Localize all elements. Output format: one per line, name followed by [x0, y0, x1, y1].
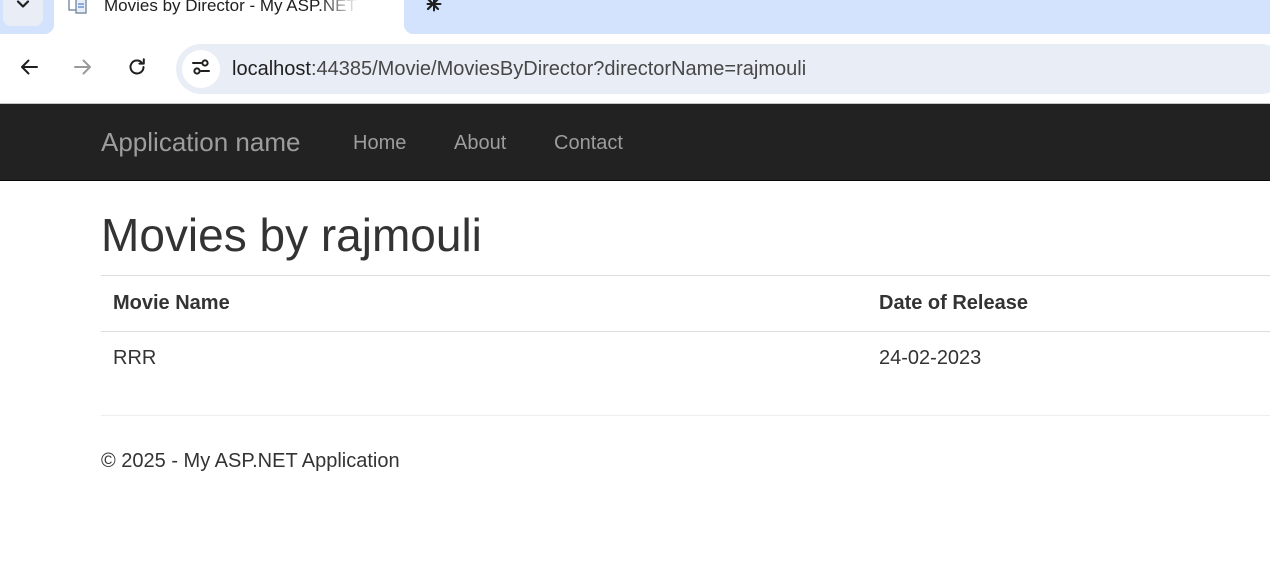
back-arrow-icon [19, 57, 39, 82]
table-header-row: Movie Name Date of Release [101, 275, 1270, 332]
reload-icon [127, 57, 147, 82]
tab-strip: Movies by Director - My ASP.NET Applicat… [0, 0, 1270, 34]
site-navbar: Application name Home About Contact [0, 104, 1270, 181]
forward-button[interactable] [68, 54, 98, 84]
table-row: RRR 24-02-2023 [101, 332, 1270, 386]
page-icon [68, 0, 88, 14]
back-button[interactable] [14, 54, 44, 84]
url-host: localhost [232, 58, 311, 80]
url-path: :44385/Movie/MoviesByDirector?directorNa… [310, 58, 807, 80]
release-date-cell: 24-02-2023 [879, 347, 982, 370]
movies-table: Movie Name Date of Release RRR 24-02-202… [101, 275, 1270, 386]
nav-link-home[interactable]: Home [353, 131, 406, 155]
column-header-movie-name: Movie Name [101, 275, 867, 332]
column-header-date-of-release: Date of Release [867, 275, 1270, 332]
forward-arrow-icon [73, 57, 93, 82]
movie-name-cell: RRR [113, 347, 157, 370]
nav-link-contact[interactable]: Contact [554, 131, 623, 155]
page-title: Movies by rajmouli [101, 209, 482, 261]
footer-divider [101, 415, 1270, 416]
footer-copyright: © 2025 - My ASP.NET Application [101, 450, 400, 472]
brand-link[interactable]: Application name [101, 126, 300, 158]
tab-title: Movies by Director - My ASP.NET Applicat… [104, 0, 358, 15]
chevron-down-icon [16, 0, 30, 16]
address-bar[interactable]: localhost:44385/Movie/MoviesByDirector?d… [176, 44, 1270, 94]
plus-icon [426, 0, 442, 17]
tab-search-button[interactable] [3, 0, 43, 26]
new-tab-button[interactable] [420, 0, 448, 20]
url-text[interactable]: localhost:44385/Movie/MoviesByDirector?d… [232, 57, 806, 81]
active-tab[interactable]: Movies by Director - My ASP.NET Applicat… [44, 0, 440, 34]
browser-toolbar: localhost:44385/Movie/MoviesByDirector?d… [0, 34, 1270, 104]
reload-button[interactable] [122, 54, 152, 84]
site-info-button[interactable] [182, 50, 220, 88]
tune-icon [190, 56, 212, 83]
nav-link-about[interactable]: About [454, 131, 506, 155]
